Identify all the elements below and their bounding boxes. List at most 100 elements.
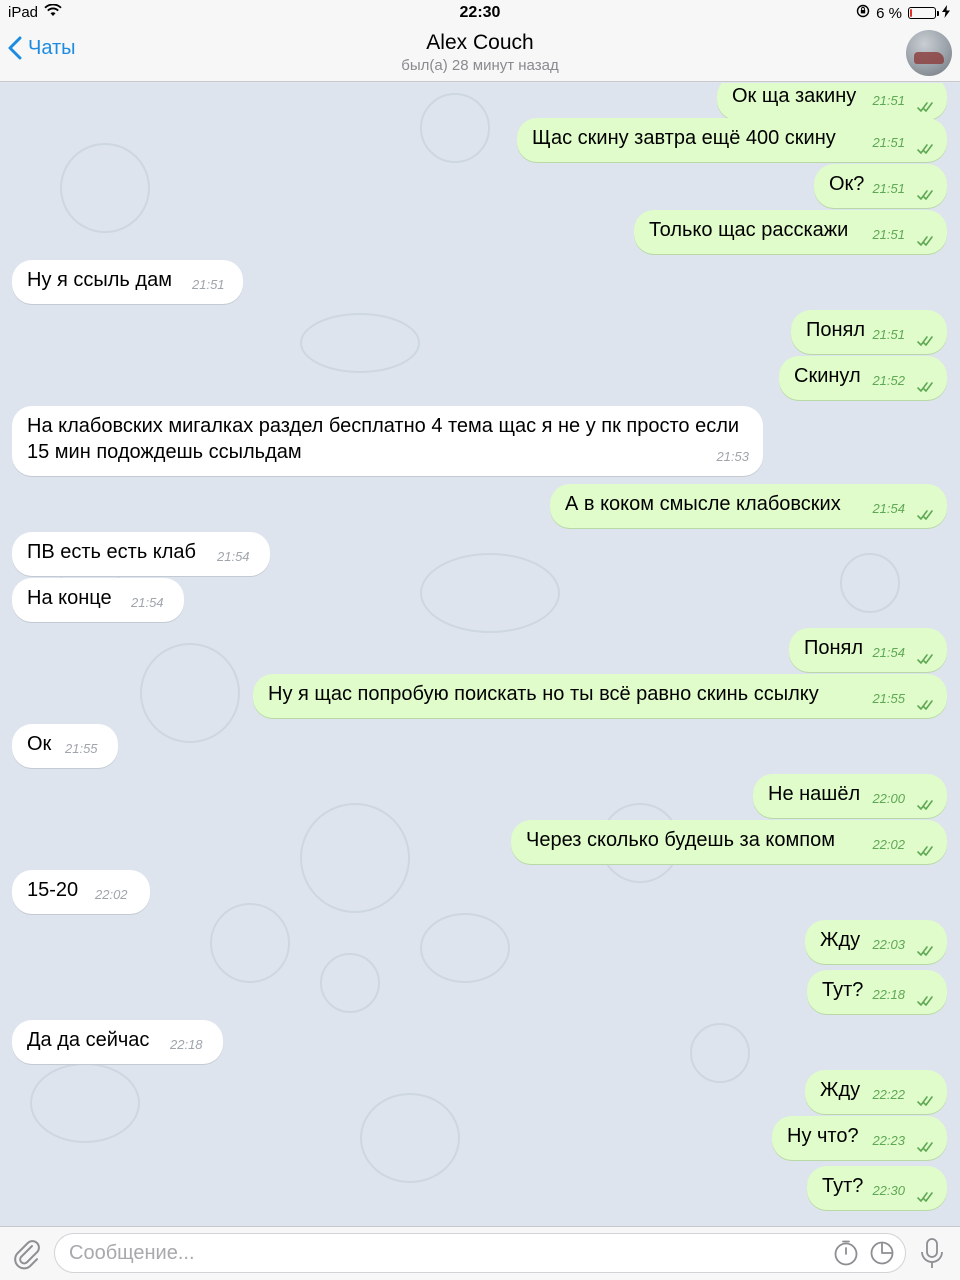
incoming-message[interactable]: ПВ есть есть клаб 21:54 — [12, 532, 270, 576]
nav-bar: Чаты Alex Couch был(а) 28 минут назад — [0, 26, 960, 82]
outgoing-message[interactable]: Ок? 21:51 — [814, 164, 947, 208]
outgoing-message[interactable]: Ну я щас попробую поискать но ты всё рав… — [253, 674, 947, 718]
paperclip-icon[interactable] — [10, 1237, 44, 1271]
message-text: Ок ща закину — [732, 85, 857, 107]
read-checkmarks-icon — [917, 144, 933, 154]
message-text: Да да сейчас — [27, 1029, 150, 1051]
contact-name: Alex Couch — [426, 31, 534, 54]
message-time: 21:54 — [131, 595, 164, 610]
read-checkmarks-icon — [917, 1192, 933, 1202]
message-text: Через сколько будешь за компом — [526, 829, 835, 851]
message-time: 22:03 — [872, 937, 905, 952]
message-text: А в коком смысле клабовских — [565, 493, 841, 515]
message-time: 21:51 — [872, 93, 905, 108]
message-time: 21:51 — [872, 181, 905, 196]
outgoing-message[interactable]: Через сколько будешь за компом 22:02 — [511, 820, 947, 864]
message-time: 21:53 — [716, 449, 749, 464]
outgoing-message[interactable]: Только щас расскажи 21:51 — [634, 210, 947, 254]
message-time: 22:30 — [872, 1183, 905, 1198]
read-checkmarks-icon — [917, 382, 933, 392]
outgoing-message[interactable]: А в коком смысле клабовских 21:54 — [550, 484, 947, 528]
read-checkmarks-icon — [917, 102, 933, 112]
last-seen-status: был(а) 28 минут назад — [401, 57, 559, 74]
message-text: Ну я щас попробую поискать но ты всё рав… — [268, 683, 819, 705]
message-text: Только щас расскажи — [649, 219, 849, 241]
message-time: 22:22 — [872, 1087, 905, 1102]
message-text: Тут? — [822, 979, 864, 1001]
charging-icon — [942, 4, 950, 22]
message-text: ПВ есть есть клаб — [27, 541, 197, 563]
message-text: Ок — [27, 733, 52, 755]
outgoing-message[interactable]: Ок ща закину 21:51 — [717, 83, 947, 120]
message-text: Ок? — [829, 173, 865, 195]
read-checkmarks-icon — [917, 236, 933, 246]
message-text: Жду — [820, 1079, 861, 1101]
message-time: 22:18 — [170, 1037, 203, 1052]
message-text: Понял — [804, 637, 864, 659]
outgoing-message[interactable]: Тут? 22:18 — [807, 970, 947, 1014]
message-input-field[interactable] — [54, 1233, 906, 1273]
message-time: 21:51 — [872, 135, 905, 150]
outgoing-message[interactable]: Жду 22:22 — [805, 1070, 947, 1114]
battery-icon — [908, 7, 939, 19]
read-checkmarks-icon — [917, 190, 933, 200]
message-time: 22:23 — [872, 1133, 905, 1148]
read-checkmarks-icon — [917, 946, 933, 956]
outgoing-message[interactable]: Не нашёл 22:00 — [753, 774, 947, 818]
status-time: 22:30 — [459, 4, 501, 21]
read-checkmarks-icon — [917, 996, 933, 1006]
message-time: 22:00 — [872, 791, 905, 806]
microphone-icon[interactable] — [918, 1236, 946, 1272]
message-text: На конце — [27, 587, 112, 609]
chat-title[interactable]: Alex Couch был(а) 28 минут назад — [0, 31, 960, 74]
message-text: Щас скину завтра ещё 400 скину — [532, 127, 836, 149]
composer-bar — [0, 1226, 960, 1280]
message-text: Не нашёл — [768, 783, 861, 805]
contact-avatar[interactable] — [906, 30, 952, 76]
message-time: 21:55 — [872, 691, 905, 706]
incoming-message[interactable]: На клабовских мигалках раздел бесплатно … — [12, 406, 763, 476]
outgoing-message[interactable]: Тут? 22:30 — [807, 1166, 947, 1210]
outgoing-message[interactable]: Жду 22:03 — [805, 920, 947, 964]
message-time: 21:55 — [65, 741, 98, 756]
read-checkmarks-icon — [917, 510, 933, 520]
message-text: Скинул — [794, 365, 861, 387]
read-checkmarks-icon — [917, 800, 933, 810]
message-list[interactable]: Ок ща закину 21:51 Щас скину завтра ещё 40… — [0, 83, 960, 1226]
incoming-message[interactable]: Да да сейчас 22:18 — [12, 1020, 223, 1064]
read-checkmarks-icon — [917, 654, 933, 664]
outgoing-message[interactable]: Понял 21:51 — [791, 310, 947, 354]
outgoing-message[interactable]: Ну что? 22:23 — [772, 1116, 947, 1160]
read-checkmarks-icon — [917, 1096, 933, 1106]
message-time: 21:54 — [872, 501, 905, 516]
incoming-message[interactable]: Ок 21:55 — [12, 724, 118, 768]
message-text: Жду — [820, 929, 861, 951]
timer-icon[interactable] — [832, 1239, 860, 1267]
outgoing-message[interactable]: Понял 21:54 — [789, 628, 947, 672]
outgoing-message[interactable]: Скинул 21:52 — [779, 356, 947, 400]
message-time: 21:51 — [872, 227, 905, 242]
sticker-icon[interactable] — [868, 1239, 896, 1267]
message-text: 15-20 — [27, 879, 79, 901]
message-time: 21:51 — [192, 277, 225, 292]
outgoing-message[interactable]: Щас скину завтра ещё 400 скину 21:51 — [517, 118, 947, 162]
battery-level — [910, 9, 912, 17]
message-time: 22:18 — [872, 987, 905, 1002]
message-time: 21:54 — [217, 549, 250, 564]
message-text: Ну что? — [787, 1125, 859, 1147]
message-text: Понял — [806, 319, 866, 341]
read-checkmarks-icon — [917, 846, 933, 856]
message-time: 22:02 — [95, 887, 128, 902]
orientation-lock-icon — [856, 4, 870, 22]
message-time: 21:51 — [872, 327, 905, 342]
incoming-message[interactable]: Ну я ссыль дам 21:51 — [12, 260, 243, 304]
message-text: Ну я ссыль дам — [27, 269, 172, 291]
status-right: 6 % — [856, 4, 950, 22]
message-text: Тут? — [822, 1175, 864, 1197]
message-time: 21:54 — [872, 645, 905, 660]
read-checkmarks-icon — [917, 336, 933, 346]
incoming-message[interactable]: На конце 21:54 — [12, 578, 184, 622]
message-input[interactable] — [55, 1234, 815, 1272]
message-time: 22:02 — [872, 837, 905, 852]
incoming-message[interactable]: 15-20 22:02 — [12, 870, 150, 914]
